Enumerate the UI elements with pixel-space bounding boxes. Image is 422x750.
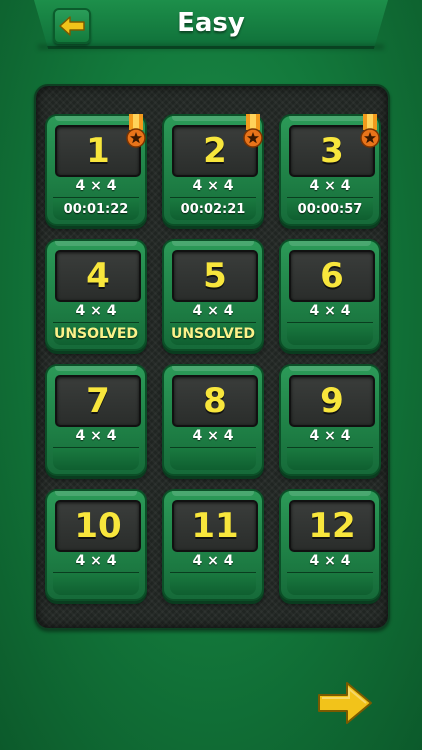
grid-size: 4 × 4 [192,303,234,319]
level-number: 8 [203,381,227,421]
solve-time: 00:01:22 [63,201,129,217]
level-tile-2[interactable]: 2 4 × 4 00:02:21 [162,114,264,226]
tile-highlight [172,491,254,496]
level-tile-3[interactable]: 3 4 × 4 00:00:57 [279,114,381,226]
unsolved-label: UNSOLVED [53,326,139,342]
header-shadow [38,44,384,50]
level-number: 10 [74,506,122,546]
grid-size: 4 × 4 [192,178,234,194]
medal-icon [243,114,263,148]
tile-highlight [55,491,137,496]
solve-time: 00:02:21 [180,201,246,217]
tile-highlight [289,491,371,496]
level-tile-7[interactable]: 7 4 × 4 [45,364,147,476]
grid-size: 4 × 4 [75,303,117,319]
level-number-screen: 9 [289,375,375,427]
status-bar [53,447,139,470]
grid-size: 4 × 4 [309,553,351,569]
grid-size: 4 × 4 [309,303,351,319]
level-tile-12[interactable]: 12 4 × 4 [279,489,381,601]
grid-size: 4 × 4 [75,553,117,569]
tile-highlight [172,366,254,371]
level-number: 3 [320,131,344,171]
level-number-screen: 6 [289,250,375,302]
status-bar [287,447,373,470]
level-board: 1 4 × 4 00:01:22 2 4 × 4 00:02:21 3 4 × … [34,84,390,630]
level-tile-8[interactable]: 8 4 × 4 [162,364,264,476]
status-bar: 00:02:21 [170,197,256,220]
level-tile-4[interactable]: 4 4 × 4 UNSOLVED [45,239,147,351]
arrow-left-icon [59,16,85,36]
level-number-screen: 4 [55,250,141,302]
level-number: 12 [308,506,356,546]
level-number: 2 [203,131,227,171]
tile-highlight [289,366,371,371]
grid-size: 4 × 4 [309,428,351,444]
tile-highlight [172,241,254,246]
level-number: 5 [203,256,227,296]
status-bar: 00:01:22 [53,197,139,220]
status-bar [287,572,373,595]
unsolved-label: UNSOLVED [170,326,256,342]
status-bar: UNSOLVED [170,322,256,345]
grid-size: 4 × 4 [75,178,117,194]
medal-icon [360,114,380,148]
grid-size: 4 × 4 [75,428,117,444]
status-bar [287,322,373,345]
level-number-screen: 11 [172,500,258,552]
status-bar [170,447,256,470]
level-number: 9 [320,381,344,421]
back-button[interactable] [53,8,91,44]
level-tile-5[interactable]: 5 4 × 4 UNSOLVED [162,239,264,351]
level-number: 4 [86,256,110,296]
tile-highlight [289,241,371,246]
tile-highlight [55,366,137,371]
level-tile-11[interactable]: 11 4 × 4 [162,489,264,601]
level-number-screen: 7 [55,375,141,427]
status-bar: 00:00:57 [287,197,373,220]
level-number-screen: 8 [172,375,258,427]
level-number-screen: 12 [289,500,375,552]
grid-size: 4 × 4 [309,178,351,194]
level-tile-10[interactable]: 10 4 × 4 [45,489,147,601]
level-tile-6[interactable]: 6 4 × 4 [279,239,381,351]
level-number: 1 [86,131,110,171]
level-number: 11 [191,506,239,546]
status-bar: UNSOLVED [53,322,139,345]
level-number: 7 [86,381,110,421]
level-tile-1[interactable]: 1 4 × 4 00:01:22 [45,114,147,226]
level-number-screen: 5 [172,250,258,302]
solve-time: 00:00:57 [297,201,363,217]
medal-icon [126,114,146,148]
level-tile-9[interactable]: 9 4 × 4 [279,364,381,476]
grid-size: 4 × 4 [192,428,234,444]
grid-size: 4 × 4 [192,553,234,569]
status-bar [170,572,256,595]
arrow-right-icon [318,682,372,724]
level-number: 6 [320,256,344,296]
status-bar [53,572,139,595]
next-page-button[interactable] [316,680,374,726]
tile-highlight [55,241,137,246]
level-number-screen: 10 [55,500,141,552]
